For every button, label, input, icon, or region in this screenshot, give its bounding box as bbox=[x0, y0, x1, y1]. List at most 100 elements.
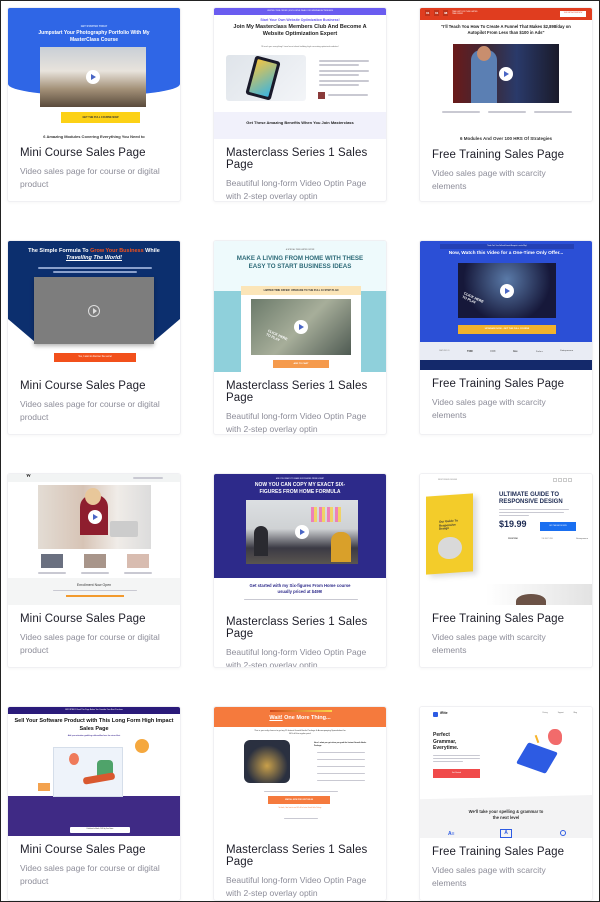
timer-hours: 01 bbox=[425, 10, 431, 16]
template-description: Video sales page with scarcity elements bbox=[432, 865, 546, 888]
preview-topbar: LIMITED TIME OFFER | EXCLUSIVE DEAL FOR … bbox=[214, 8, 386, 15]
social-icons bbox=[553, 478, 572, 482]
template-preview: iRite Pricing Support Blog Perfect Gramm… bbox=[420, 707, 592, 838]
template-title: Free Training Sales Page bbox=[432, 149, 565, 161]
preview-brand: RESPONSIVE DESIGN bbox=[438, 479, 458, 481]
template-preview: W Enrollment Now Open bbox=[8, 474, 180, 605]
click-to-play-label: CLICK HERE TO PLAY bbox=[265, 328, 289, 343]
preview-cta: ADD TO CART bbox=[273, 360, 329, 368]
template-title: Masterclass Series 1 Sales Page bbox=[226, 616, 368, 640]
preview-cta: ENROLL NOW FOR JUST $49.99 bbox=[268, 796, 330, 804]
template-description: Video sales page for course or digital p… bbox=[20, 166, 160, 189]
thumbnail-3 bbox=[127, 554, 149, 568]
thumbnail-2 bbox=[84, 554, 106, 568]
preview-eyebrow: A SPECIAL TIME LIMITED OFFER bbox=[285, 249, 315, 251]
template-title: Masterclass Series 1 Sales Page bbox=[226, 844, 368, 868]
preview-headline: The Simple Formula To Grow Your Business… bbox=[28, 248, 160, 261]
preview-cta: GET THE FULL COURSE NOW bbox=[61, 112, 140, 123]
template-card[interactable]: Wait! One More Thing... This is your onl… bbox=[213, 706, 387, 901]
preview-image bbox=[226, 55, 306, 101]
template-card[interactable]: IMPORTANT: Read This Page Before You Con… bbox=[7, 706, 181, 901]
template-card[interactable]: 01 01 38 TIME LEFT FOR THIS LIMITED TIME… bbox=[419, 7, 593, 202]
template-card[interactable]: iRite Pricing Support Blog Perfect Gramm… bbox=[419, 706, 593, 901]
preview-cta: Yes, I want to discover the secret bbox=[54, 353, 136, 362]
template-description: Video sales page with scarcity elements bbox=[432, 632, 546, 655]
feature-icon-1: A≡ bbox=[448, 831, 455, 837]
template-preview: ARE YOU READY TO MAKE SIX FIGURES FROM H… bbox=[214, 474, 386, 608]
preview-offer-bar: LIMITED TIME OFFER: UPGRADE TO THE FULL … bbox=[241, 286, 361, 295]
preview-headline: Perfect Grammar, Everytime. bbox=[433, 732, 459, 751]
template-description: Beautiful long-form Video Optin Page wit… bbox=[226, 647, 367, 668]
preview-eyebrow: GET STARTED TODAY bbox=[80, 25, 108, 28]
preview-headline: NOW YOU CAN COPY MY EXACT SIX-FIGURES FR… bbox=[254, 482, 346, 495]
preview-video bbox=[40, 47, 146, 107]
preview-headline: MAKE A LIVING FROM HOME WITH THESE EASY … bbox=[236, 255, 364, 270]
preview-eyebrow: Start Your Own Website Optimization Busi… bbox=[260, 18, 340, 22]
template-title: Masterclass Series 1 Sales Page bbox=[226, 147, 368, 171]
template-description: Video sales page for course or digital p… bbox=[20, 632, 160, 655]
play-icon bbox=[88, 304, 100, 317]
preview-cta: UPGRADE NOW - GET THE FULL COURSE bbox=[458, 325, 556, 334]
preview-headline: Now, Watch this Video for a One-Time Onl… bbox=[448, 251, 564, 256]
preview-video bbox=[246, 500, 358, 564]
preview-topbar: IMPORTANT: Read This Page Before You Con… bbox=[8, 707, 180, 714]
template-preview: RESPONSIVE DESIGN Our Guide To Responsiv… bbox=[420, 474, 592, 605]
preview-video: CLICK HERE TO PLAY bbox=[458, 263, 556, 318]
template-title: Free Training Sales Page bbox=[432, 378, 565, 390]
preview-video bbox=[38, 485, 151, 549]
preview-subhead: Add your attention grabbing subheadline … bbox=[67, 735, 121, 737]
preview-illustration bbox=[516, 729, 568, 779]
template-title: Mini Course Sales Page bbox=[20, 844, 146, 856]
template-title: Free Training Sales Page bbox=[432, 613, 565, 625]
template-card[interactable]: Thank You! Your Sell and Events Blueprin… bbox=[419, 240, 593, 435]
preview-headline: Jumpstart Your Photography Portfolio Wit… bbox=[38, 30, 150, 43]
preview-logo: W bbox=[26, 474, 31, 479]
play-icon bbox=[294, 320, 308, 334]
author-avatar bbox=[318, 92, 325, 99]
preview-cta: BUY THE EBOOK NOW bbox=[540, 522, 576, 531]
template-card[interactable]: GET STARTED TODAY Jumpstart Your Photogr… bbox=[7, 7, 181, 202]
template-description: Video sales page for course or digital p… bbox=[20, 863, 160, 886]
brand-logo-icon bbox=[433, 712, 438, 717]
template-preview: The Simple Formula To Grow Your Business… bbox=[8, 241, 180, 372]
template-card[interactable]: LIMITED TIME OFFER | EXCLUSIVE DEAL FOR … bbox=[213, 7, 387, 202]
preview-image bbox=[244, 740, 290, 783]
preview-video bbox=[34, 277, 154, 344]
template-card[interactable]: RESPONSIVE DESIGN Our Guide To Responsiv… bbox=[419, 473, 593, 668]
preview-logos: FRONTEND THE NEXT WEB Entrepreneur bbox=[508, 538, 588, 540]
template-description: Video sales page for course or digital p… bbox=[20, 399, 160, 422]
timer-label: TIME LEFT FOR THIS LIMITED TIME OFFER bbox=[452, 11, 478, 15]
play-icon bbox=[86, 70, 100, 84]
preview-footer: 6 Amazing Modules Covering Everything Yo… bbox=[43, 134, 145, 139]
template-preview: 01 01 38 TIME LEFT FOR THIS LIMITED TIME… bbox=[420, 8, 592, 126]
template-description: Video sales page with scarcity elements bbox=[432, 168, 546, 191]
template-card[interactable]: W Enrollment Now Open Mini Course Sales … bbox=[7, 473, 181, 668]
preview-headline: Sell Your Software Product with This Lon… bbox=[14, 718, 174, 732]
preview-top-button: YES! GET ACCESS NOW bbox=[560, 11, 586, 17]
preview-topbar: Wait! One More Thing... bbox=[214, 707, 386, 727]
template-title: Masterclass Series 1 Sales Page bbox=[226, 380, 368, 404]
preview-video bbox=[453, 44, 559, 103]
template-card[interactable]: ARE YOU READY TO MAKE SIX FIGURES FROM H… bbox=[213, 473, 387, 668]
template-title: Mini Course Sales Page bbox=[20, 380, 146, 392]
template-description: Beautiful long-form Video Optin Page wit… bbox=[226, 875, 367, 898]
template-preview: IMPORTANT: Read This Page Before You Con… bbox=[8, 707, 180, 836]
template-description: Beautiful long-form Video Optin Page wit… bbox=[226, 178, 367, 201]
template-grid: GET STARTED TODAY Jumpstart Your Photogr… bbox=[7, 7, 595, 901]
preview-brand: iRite bbox=[440, 711, 448, 715]
preview-nav: Pricing Support Blog bbox=[542, 712, 577, 714]
template-description: Beautiful long-form Video Optin Page wit… bbox=[226, 411, 367, 434]
preview-subhead: Get started with my Six-figures From Hom… bbox=[249, 583, 351, 594]
template-card[interactable]: A SPECIAL TIME LIMITED OFFER MAKE A LIVI… bbox=[213, 240, 387, 435]
template-card[interactable]: The Simple Formula To Grow Your Business… bbox=[7, 240, 181, 435]
feature-icon-3 bbox=[560, 830, 566, 836]
template-title: Mini Course Sales Page bbox=[20, 147, 146, 159]
template-title: Free Training Sales Page bbox=[432, 846, 565, 858]
template-title: Mini Course Sales Page bbox=[20, 613, 146, 625]
preview-list-title: Here's what you get when you grab the In… bbox=[314, 742, 367, 747]
preview-headline: ULTIMATE GUIDE TO RESPONSIVE DESIGN bbox=[499, 492, 563, 505]
preview-illustration bbox=[38, 739, 149, 805]
template-preview: LIMITED TIME OFFER | EXCLUSIVE DEAL FOR … bbox=[214, 8, 386, 139]
preview-book: Our Guide To Responsive Design bbox=[426, 493, 473, 575]
play-icon bbox=[295, 525, 309, 539]
